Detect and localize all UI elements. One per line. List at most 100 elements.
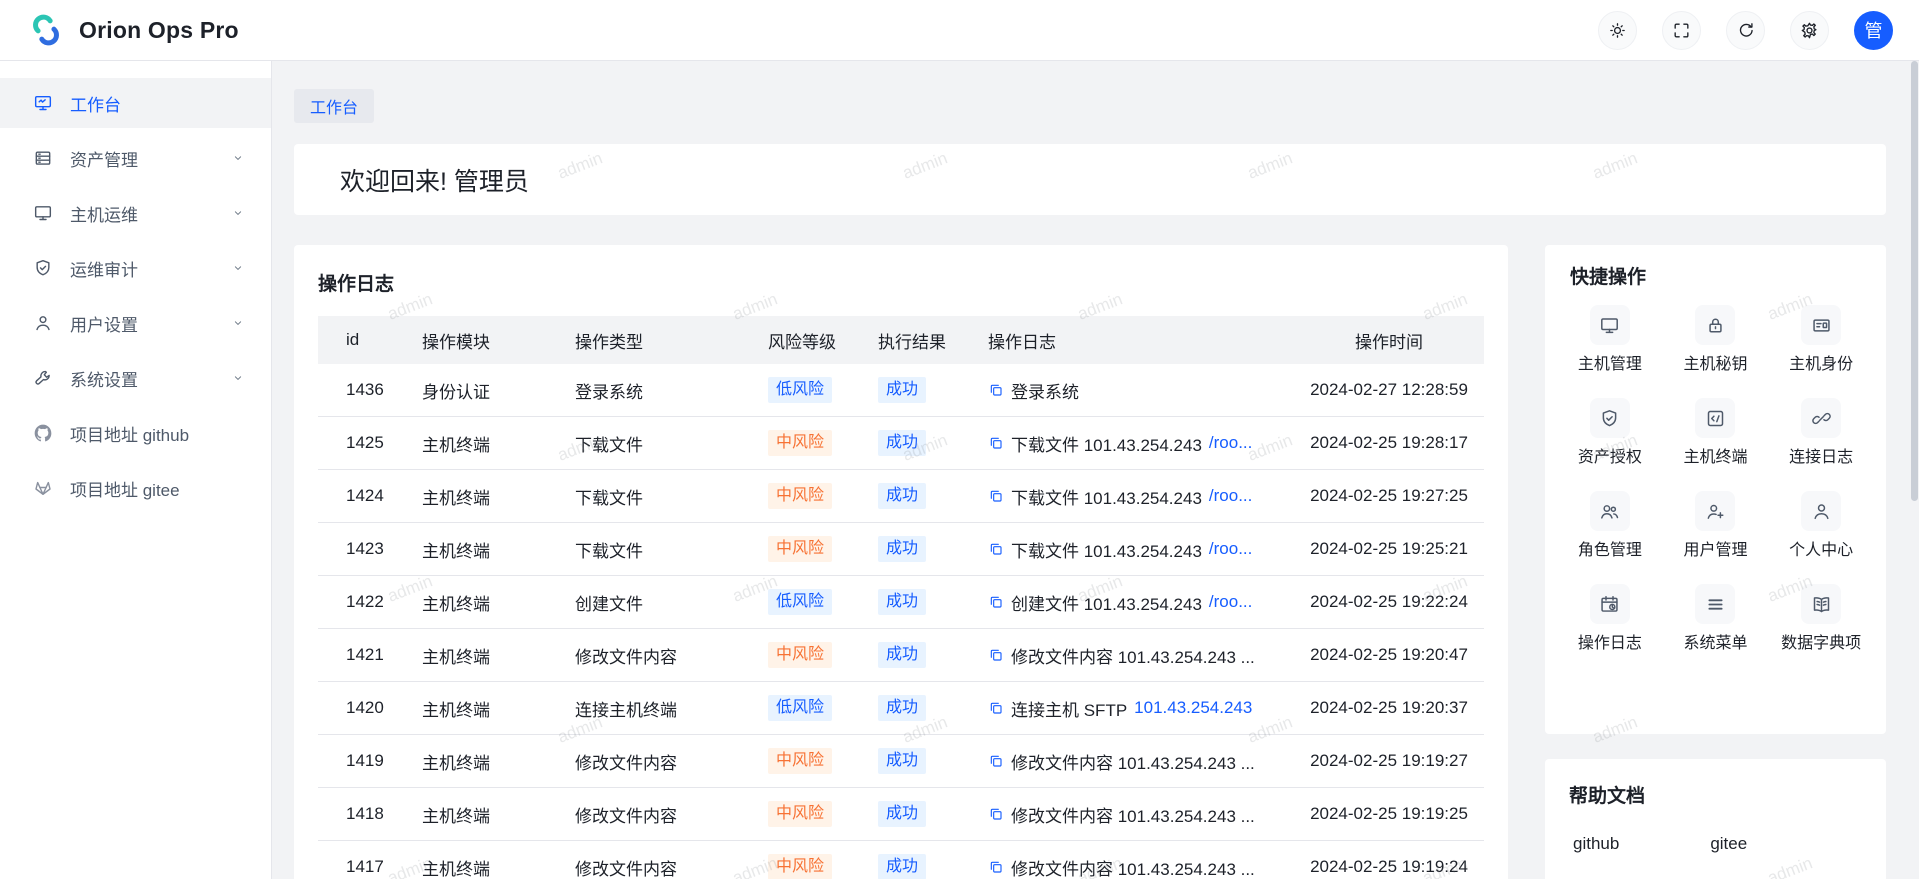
help-link-gitee[interactable]: gitee xyxy=(1710,834,1747,854)
sidebar-item-label: 工作台 xyxy=(70,91,121,116)
tab-workbench[interactable]: 工作台 xyxy=(294,89,374,123)
chevron-down-icon xyxy=(231,206,245,220)
app-title: Orion Ops Pro xyxy=(79,17,239,44)
log-link[interactable]: /roo... xyxy=(1209,433,1252,453)
copy-icon[interactable] xyxy=(988,594,1004,610)
quick-action-profile[interactable]: 个人中心 xyxy=(1768,491,1874,561)
operation-log-card: 操作日志 id 操作模块 操作类型 风险等级 执行结果 操作日志 操作时间 14… xyxy=(294,245,1508,879)
sidebar-item-audit[interactable]: 运维审计 xyxy=(0,243,271,293)
log-text: 下载文件 101.43.254.243 xyxy=(1011,537,1202,562)
risk-badge: 中风险 xyxy=(768,483,832,509)
refresh-icon xyxy=(1736,21,1755,40)
quick-action-user-manage[interactable]: 用户管理 xyxy=(1663,491,1769,561)
cell-log: 登录系统 xyxy=(972,378,1294,403)
cell-risk: 中风险 xyxy=(752,854,862,879)
cell-risk: 低风险 xyxy=(752,377,862,403)
cell-time: 2024-02-25 19:22:24 xyxy=(1294,592,1484,612)
cell-risk: 低风险 xyxy=(752,695,862,721)
sidebar-item-assets[interactable]: 资产管理 xyxy=(0,133,271,183)
copy-icon[interactable] xyxy=(988,700,1004,716)
vertical-scrollbar[interactable] xyxy=(1911,0,1918,879)
copy-icon[interactable] xyxy=(988,859,1004,875)
quick-action-asset-auth[interactable]: 资产授权 xyxy=(1557,398,1663,468)
cell-type: 修改文件内容 xyxy=(559,643,752,668)
risk-badge: 中风险 xyxy=(768,536,832,562)
table-row: 1423 主机终端 下载文件 中风险 成功 下载文件 101.43.254.24… xyxy=(318,523,1484,576)
cell-time: 2024-02-27 12:28:59 xyxy=(1294,380,1484,400)
cell-time: 2024-02-25 19:27:25 xyxy=(1294,486,1484,506)
fullscreen-button[interactable] xyxy=(1662,11,1701,50)
cell-time: 2024-02-25 19:20:37 xyxy=(1294,698,1484,718)
quick-action-op-log[interactable]: 操作日志 xyxy=(1557,584,1663,654)
quick-action-host-manage[interactable]: 主机管理 xyxy=(1557,305,1663,375)
copy-icon[interactable] xyxy=(988,435,1004,451)
help-docs-card: 帮助文档 github gitee xyxy=(1545,759,1886,879)
cell-time: 2024-02-25 19:19:27 xyxy=(1294,751,1484,771)
sidebar-item-workbench[interactable]: 工作台 xyxy=(0,78,271,128)
copy-icon[interactable] xyxy=(988,382,1004,398)
sidebar-item-system-settings[interactable]: 系统设置 xyxy=(0,353,271,403)
menu-lines-icon xyxy=(1705,594,1726,615)
cell-risk: 中风险 xyxy=(752,642,862,668)
quick-action-data-dict[interactable]: 数据字典项 xyxy=(1768,584,1874,654)
copy-icon[interactable] xyxy=(988,647,1004,663)
log-link[interactable]: 101.43.254.243 xyxy=(1134,698,1252,718)
cell-module: 主机终端 xyxy=(406,802,559,827)
copy-icon[interactable] xyxy=(988,806,1004,822)
cell-module: 主机终端 xyxy=(406,484,559,509)
quick-actions-title: 快捷操作 xyxy=(1570,265,1874,291)
sidebar-item-gitee[interactable]: 项目地址 gitee xyxy=(0,463,271,513)
cell-module: 主机终端 xyxy=(406,537,559,562)
col-id: id xyxy=(318,330,406,350)
result-badge: 成功 xyxy=(878,536,926,562)
tab-bar: 工作台 xyxy=(294,89,1886,123)
quick-action-host-key[interactable]: 主机秘钥 xyxy=(1663,305,1769,375)
refresh-button[interactable] xyxy=(1726,11,1765,50)
risk-badge: 中风险 xyxy=(768,748,832,774)
quick-action-host-identity[interactable]: 主机身份 xyxy=(1768,305,1874,375)
sidebar-item-label: 项目地址 github xyxy=(70,421,189,446)
sidebar-item-user-settings[interactable]: 用户设置 xyxy=(0,298,271,348)
copy-icon[interactable] xyxy=(988,541,1004,557)
risk-badge: 中风险 xyxy=(768,642,832,668)
quick-action-role-manage[interactable]: 角色管理 xyxy=(1557,491,1663,561)
cell-time: 2024-02-25 19:19:25 xyxy=(1294,804,1484,824)
cell-log: 修改文件内容 101.43.254.243 ... xyxy=(972,802,1294,827)
cell-result: 成功 xyxy=(862,483,972,509)
quick-action-sys-menu[interactable]: 系统菜单 xyxy=(1663,584,1769,654)
chevron-down-icon xyxy=(231,261,245,275)
cell-result: 成功 xyxy=(862,642,972,668)
settings-button[interactable] xyxy=(1790,11,1829,50)
user-icon xyxy=(33,313,53,333)
sidebar-item-label: 项目地址 gitee xyxy=(70,476,180,501)
cell-log: 下载文件 101.43.254.243 /roo... xyxy=(972,484,1294,509)
copy-icon[interactable] xyxy=(988,488,1004,504)
cell-type: 修改文件内容 xyxy=(559,802,752,827)
cell-type: 下载文件 xyxy=(559,431,752,456)
copy-icon[interactable] xyxy=(988,753,1004,769)
risk-badge: 低风险 xyxy=(768,377,832,403)
sidebar-item-github[interactable]: 项目地址 github xyxy=(0,408,271,458)
cell-risk: 中风险 xyxy=(752,536,862,562)
result-badge: 成功 xyxy=(878,801,926,827)
theme-toggle-button[interactable] xyxy=(1598,11,1637,50)
sidebar-item-host-ops[interactable]: 主机运维 xyxy=(0,188,271,238)
help-link-github[interactable]: github xyxy=(1573,834,1619,854)
log-link[interactable]: /roo... xyxy=(1209,539,1252,559)
quick-action-host-terminal[interactable]: 主机终端 xyxy=(1663,398,1769,468)
cell-result: 成功 xyxy=(862,854,972,879)
table-header-row: id 操作模块 操作类型 风险等级 执行结果 操作日志 操作时间 xyxy=(318,316,1484,364)
user-avatar[interactable]: 管 xyxy=(1854,11,1893,50)
log-link[interactable]: /roo... xyxy=(1209,592,1252,612)
header-actions: 管 xyxy=(1598,11,1893,50)
desktop-icon xyxy=(1599,315,1620,336)
cell-result: 成功 xyxy=(862,748,972,774)
scrollbar-thumb[interactable] xyxy=(1911,61,1918,501)
desktop-icon xyxy=(33,203,53,223)
quick-action-connect-log[interactable]: 连接日志 xyxy=(1768,398,1874,468)
log-link[interactable]: /roo... xyxy=(1209,486,1252,506)
cell-log: 修改文件内容 101.43.254.243 ... xyxy=(972,749,1294,774)
sun-icon xyxy=(1608,21,1627,40)
col-result: 执行结果 xyxy=(862,328,972,353)
calendar-clock-icon xyxy=(1599,594,1620,615)
